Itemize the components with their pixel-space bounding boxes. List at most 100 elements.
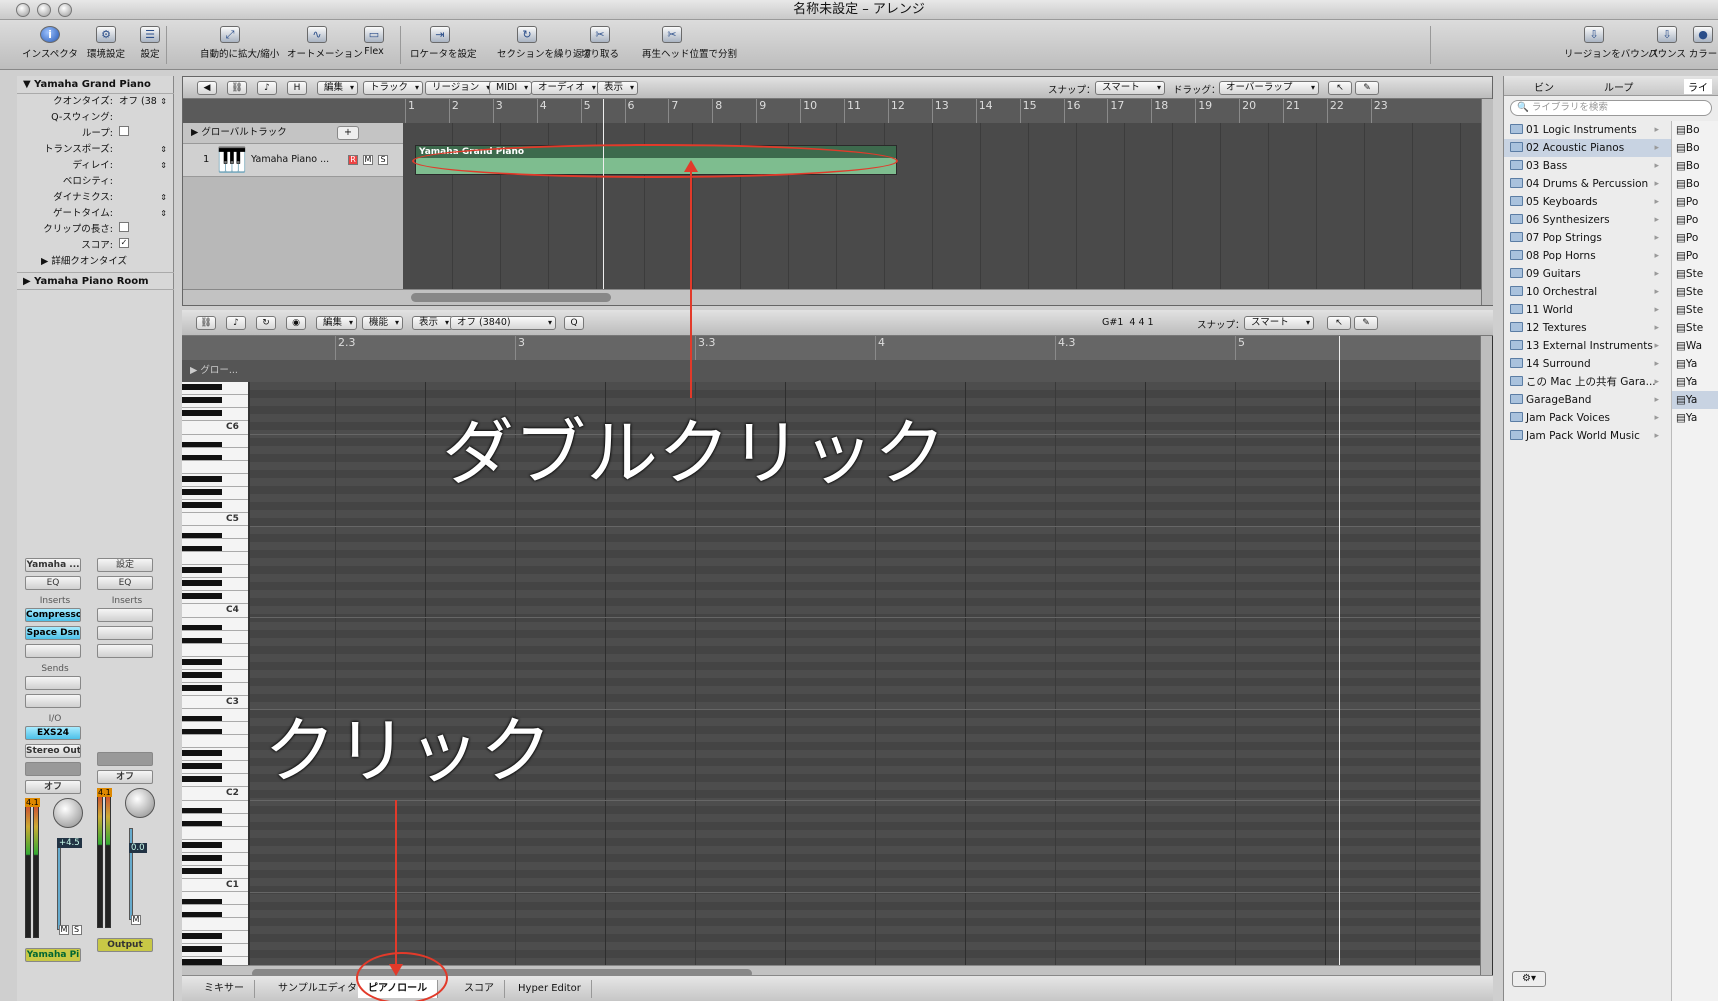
arrange-menu-2[interactable]: リージョン	[425, 81, 495, 95]
library-preset[interactable]: ▤Ya	[1672, 373, 1718, 391]
piano-roll-vertical-scrollbar[interactable]	[1480, 336, 1492, 981]
library-preset[interactable]: ▤Bo	[1672, 157, 1718, 175]
black-key[interactable]	[182, 501, 222, 508]
library-folder[interactable]: 06 Synthesizers ▸	[1504, 211, 1671, 229]
library-preset[interactable]: ▤Ya	[1672, 391, 1718, 409]
advanced-quantize-disclosure[interactable]: ▶ 詳細クオンタイズ	[17, 254, 173, 270]
library-folder[interactable]: 09 Guitars ▸	[1504, 265, 1671, 283]
toolbar-button-0[interactable]: i インスペクタ	[20, 26, 80, 60]
strip1-setting-button[interactable]: Yamaha ...	[25, 558, 81, 572]
strip2-insert-slot-3[interactable]	[97, 644, 153, 658]
add-track-button[interactable]: +	[337, 126, 359, 140]
region-param-row[interactable]: クリップの長さ:	[17, 222, 173, 238]
stepper-arrows-icon[interactable]: ⇕	[160, 190, 167, 206]
library-folder[interactable]: 13 External Instruments ▸	[1504, 337, 1671, 355]
pencil-tool-icon[interactable]: ✎	[1355, 81, 1379, 95]
region-param-row[interactable]: Q-スウィング:	[17, 110, 173, 126]
piano-roll-global-tracks[interactable]: ▶ グロー...	[182, 360, 248, 382]
library-preset[interactable]: ▤Po	[1672, 211, 1718, 229]
library-folder[interactable]: GarageBand ▸	[1504, 391, 1671, 409]
library-folder[interactable]: 04 Drums & Percussion ▸	[1504, 175, 1671, 193]
black-key[interactable]	[182, 580, 222, 586]
arrange-playhead[interactable]	[603, 99, 604, 289]
strip2-insert-slot-2[interactable]	[97, 626, 153, 640]
strip1-mute-button[interactable]: M	[59, 925, 69, 935]
library-preset[interactable]: ▤Ste	[1672, 301, 1718, 319]
arrange-drag-select[interactable]: オーバーラップ	[1219, 81, 1319, 95]
stepper-arrows-icon[interactable]: ⇕	[160, 206, 167, 222]
library-folder[interactable]: 02 Acoustic Pianos ▸	[1504, 139, 1671, 157]
piano-keyboard[interactable]: C6C5C4C3C2C1C0	[182, 382, 248, 965]
region-param-row[interactable]: スコア: ✓	[17, 238, 173, 254]
piano-roll-ruler[interactable]: 2.3 3 3.3 4 4.3 5	[182, 336, 1480, 360]
black-key[interactable]	[182, 867, 222, 874]
insert-slot-3[interactable]	[25, 644, 81, 658]
library-folder[interactable]: この Mac 上の共有 Gara... ▸	[1504, 373, 1671, 391]
library-preset[interactable]: ▤Wa	[1672, 337, 1718, 355]
link-icon[interactable]: ⛓	[196, 316, 216, 330]
library-folder[interactable]: 14 Surround ▸	[1504, 355, 1671, 373]
library-tab-loops[interactable]: ループ	[1604, 79, 1633, 94]
arrange-menu-3[interactable]: MIDI	[489, 81, 533, 95]
arrange-scroll-thumb[interactable]	[411, 293, 611, 302]
library-preset[interactable]: ▤Bo	[1672, 175, 1718, 193]
midi-out-icon[interactable]: ◉	[286, 316, 306, 330]
output-slot[interactable]: Stereo Out	[25, 744, 81, 758]
region-param-row[interactable]: ループ:	[17, 126, 173, 142]
strip2-volume-fader[interactable]	[129, 828, 133, 920]
toolbar-button-3[interactable]: ⤢ 自動的に拡大/縮小	[200, 26, 279, 60]
arrange-menu-0[interactable]: 編集	[317, 81, 359, 95]
toolbar-button-9[interactable]: ✂ 再生ヘッド位置で分割	[642, 26, 737, 60]
library-tab-bin[interactable]: ビン	[1534, 79, 1554, 94]
library-folder[interactable]: 10 Orchestral ▸	[1504, 283, 1671, 301]
library-search-input[interactable]: 🔍 ライブラリを検索	[1510, 100, 1712, 116]
strip2-eq-button[interactable]: EQ	[97, 576, 153, 590]
stepper-arrows-icon[interactable]: ⇕	[160, 158, 167, 174]
toolbar-button-4[interactable]: ∿ オートメーション	[287, 26, 363, 60]
strip2-pan-knob[interactable]	[125, 788, 155, 818]
library-preset[interactable]: ▤Bo	[1672, 139, 1718, 157]
black-key[interactable]	[182, 567, 222, 573]
strip2-mute-button[interactable]: M	[131, 915, 141, 925]
piano-roll-snap-select[interactable]: スマート	[1244, 316, 1314, 330]
toolbar-button-7[interactable]: ↻ セクションを繰り返す	[497, 26, 592, 60]
region-param-value[interactable]	[119, 222, 129, 232]
toolbar-button-2[interactable]: ☰ 設定	[120, 26, 180, 60]
library-preset[interactable]: ▤Bo	[1672, 121, 1718, 139]
black-key[interactable]	[182, 384, 222, 390]
library-action-gear-icon[interactable]: ⚙▾	[1512, 971, 1546, 987]
toolbar-button-10[interactable]: ⇩ リージョンをバウンス	[1564, 26, 1659, 60]
stepper-arrows-icon[interactable]: ⇕	[160, 142, 167, 158]
region-param-value[interactable]: ✓	[119, 238, 129, 248]
black-key[interactable]	[182, 658, 222, 665]
track-mute-button[interactable]: M	[363, 155, 373, 165]
black-key[interactable]	[182, 946, 222, 952]
group-slot[interactable]	[25, 762, 81, 776]
cycle-icon[interactable]: ↻	[256, 316, 276, 330]
black-key[interactable]	[182, 397, 222, 403]
region-param-row[interactable]: ディレイ: ⇕	[17, 158, 173, 174]
toolbar-button-5[interactable]: ▭ Flex	[344, 26, 404, 57]
region-param-row[interactable]: クオンタイズ: オフ (38 ⇕	[17, 94, 173, 110]
close-window-button[interactable]	[16, 3, 30, 17]
undo-arrow-icon[interactable]: ◀	[197, 81, 217, 95]
arrange-menu-1[interactable]: トラック	[363, 81, 424, 95]
black-key[interactable]	[182, 750, 222, 756]
piano-roll-menu-2[interactable]: 表示	[412, 316, 454, 330]
strip1-solo-button[interactable]: S	[71, 925, 82, 935]
editor-tab-3[interactable]: スコア	[454, 980, 505, 998]
strip1-volume-fader[interactable]	[57, 838, 61, 930]
strip1-automation-mode[interactable]: オフ	[25, 780, 81, 794]
black-key[interactable]	[182, 763, 222, 769]
black-key[interactable]	[182, 671, 222, 678]
stepper-arrows-icon[interactable]: ⇕	[160, 94, 167, 110]
send-slot-2[interactable]	[25, 694, 81, 708]
quantize-button[interactable]: Q	[564, 316, 584, 330]
region-param-value[interactable]	[119, 126, 129, 136]
black-key[interactable]	[182, 854, 222, 861]
input-slot[interactable]: EXS24	[25, 726, 81, 740]
pointer-tool-icon[interactable]: ↖	[1328, 81, 1352, 95]
library-preset[interactable]: ▤Po	[1672, 193, 1718, 211]
library-preset[interactable]: ▤Ste	[1672, 283, 1718, 301]
library-folder[interactable]: 07 Pop Strings ▸	[1504, 229, 1671, 247]
